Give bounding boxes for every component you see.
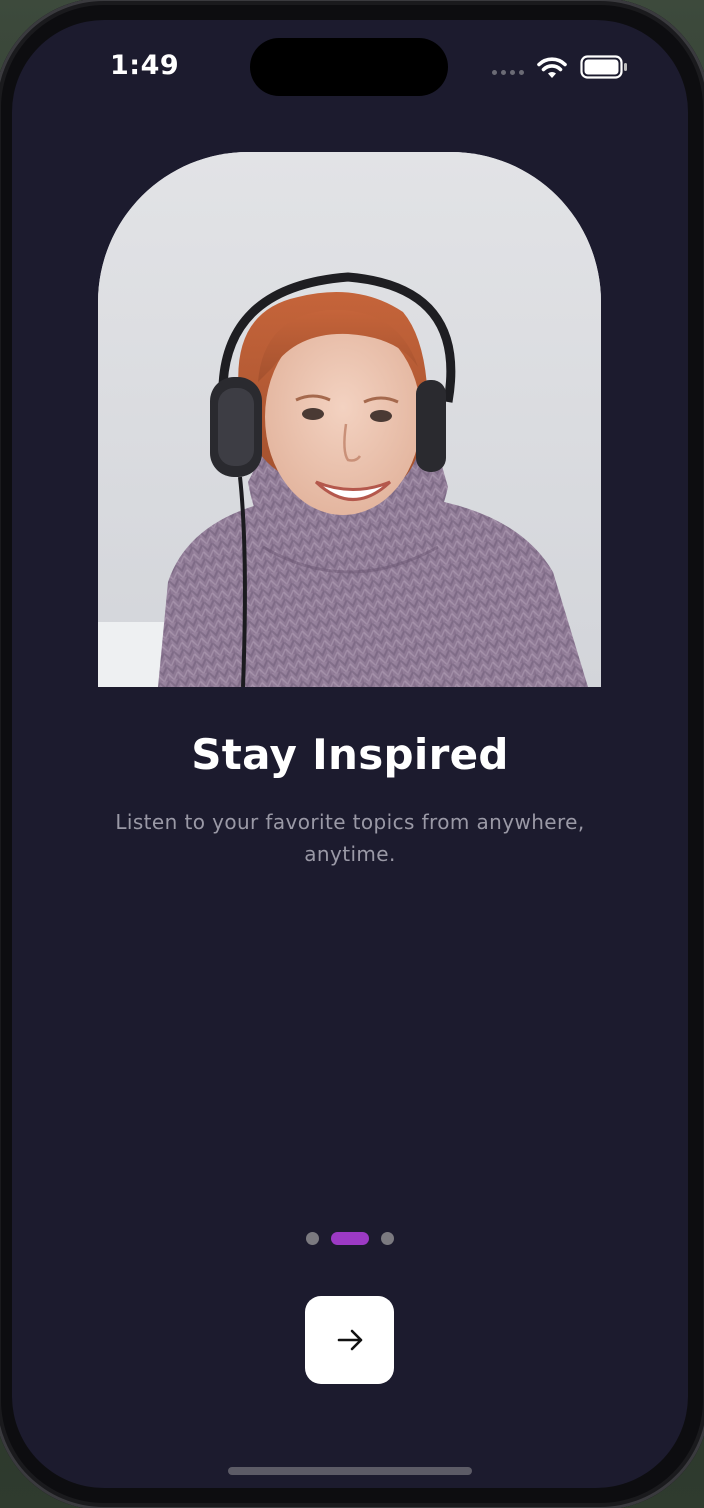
woman-with-headphones-illustration — [98, 152, 601, 687]
onboarding-screen: 1:49 Stay Inspired Listen to your favori… — [12, 20, 688, 1488]
page-dot-1[interactable] — [306, 1232, 319, 1245]
arrow-right-icon — [337, 1329, 362, 1351]
home-indicator[interactable] — [228, 1467, 472, 1475]
onboarding-title: Stay Inspired — [191, 730, 509, 779]
onboarding-subtitle: Listen to your favorite topics from anyw… — [115, 810, 585, 866]
cellular-signal-icon — [492, 70, 524, 75]
battery-icon — [580, 55, 627, 79]
next-button[interactable] — [305, 1296, 394, 1384]
dynamic-island — [250, 38, 448, 96]
page-dot-3[interactable] — [381, 1232, 394, 1245]
page-indicator — [12, 1232, 688, 1245]
hero-image — [98, 152, 601, 687]
page-dot-2-active[interactable] — [331, 1232, 369, 1245]
status-bar: 1:49 — [12, 20, 688, 120]
status-time: 1:49 — [110, 50, 180, 81]
wifi-icon — [537, 57, 567, 78]
